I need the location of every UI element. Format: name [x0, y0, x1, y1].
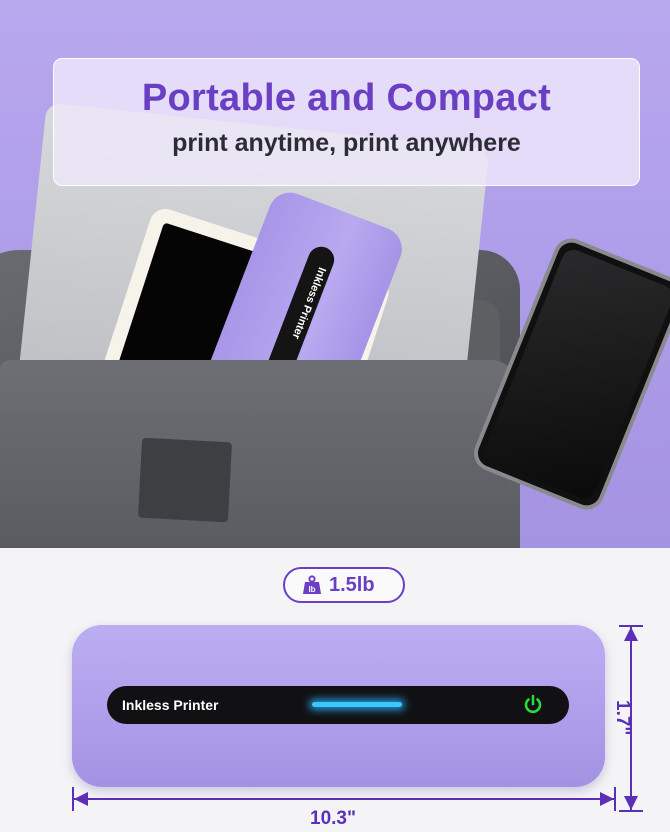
arrow-left-icon: [74, 792, 88, 806]
product-page: Inkless Printer Portable and Compact pri…: [0, 0, 670, 832]
lifestyle-photo: Inkless Printer Portable and Compact pri…: [0, 0, 670, 548]
headline-title: Portable and Compact: [141, 77, 552, 119]
power-icon: [524, 694, 542, 714]
arrow-right-icon: [600, 792, 614, 806]
height-label: 1.7": [612, 700, 633, 736]
arrow-down-icon: [624, 796, 638, 810]
headline-banner: Portable and Compact print anytime, prin…: [53, 58, 640, 186]
weight-badge: lb 1.5lb: [283, 567, 405, 603]
length-tick-right: [614, 787, 616, 811]
weight-icon: lb: [303, 575, 321, 594]
height-tick-bottom: [619, 810, 643, 812]
weight-value: 1.5lb: [329, 574, 375, 596]
length-dimension-line: [74, 798, 614, 800]
arrow-up-icon: [624, 627, 638, 641]
svg-text:lb: lb: [308, 585, 315, 594]
printer-control-strip: Inkless Printer: [107, 686, 569, 724]
length-label: 10.3": [310, 808, 356, 829]
status-led: [312, 702, 402, 707]
headline-subtitle: print anytime, print anywhere: [172, 129, 521, 157]
printer-brand-label: Inkless Printer: [122, 697, 219, 713]
printer-product: Inkless Printer: [72, 625, 605, 787]
backpack-pocket: [0, 360, 520, 548]
velcro-patch: [137, 437, 233, 523]
